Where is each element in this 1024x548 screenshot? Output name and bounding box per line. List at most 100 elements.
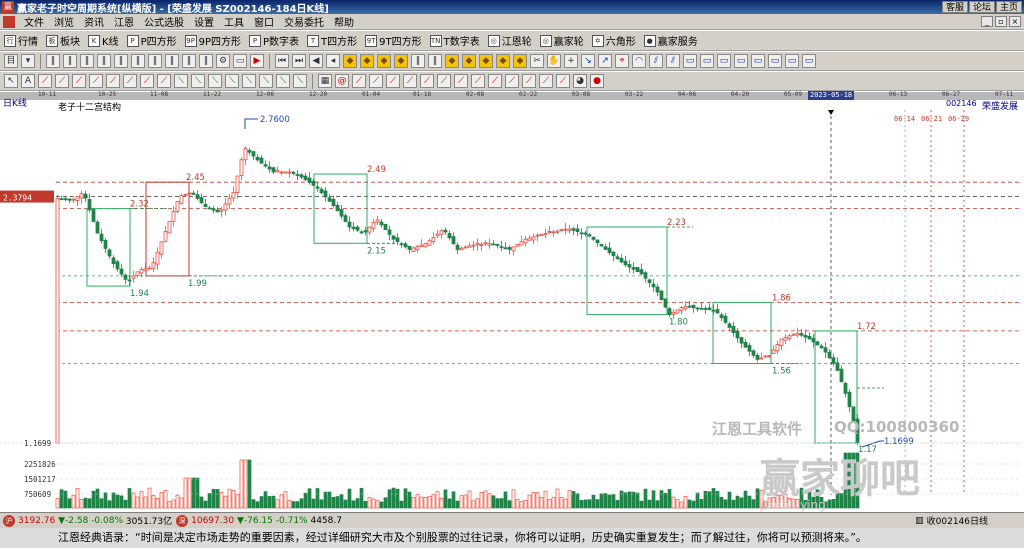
p-number-table-button[interactable]: P P数字表 bbox=[245, 32, 303, 49]
bar-style-icon[interactable]: ‖ bbox=[428, 54, 442, 68]
cursor-icon[interactable]: ↖ bbox=[4, 74, 18, 88]
fan-line-icon[interactable]: ⟋ bbox=[420, 74, 434, 88]
cycle-line-icon[interactable]: ⟍ bbox=[242, 74, 256, 88]
chart-area[interactable]: 2.3794 06-14 06-21 06-29 2.7600 2.45 2.32 2.49 2… bbox=[0, 99, 1024, 512]
bar-style-icon[interactable]: ‖ bbox=[46, 54, 60, 68]
cycle-line-icon[interactable]: ⟍ bbox=[191, 74, 205, 88]
menu-formula[interactable]: 公式选股 bbox=[139, 14, 189, 29]
p-square-button[interactable]: P P四方形 bbox=[123, 32, 181, 49]
fan-line-icon[interactable]: ⟋ bbox=[55, 74, 69, 88]
fan-line-icon[interactable]: ⟋ bbox=[488, 74, 502, 88]
fan-line-icon[interactable]: ⟋ bbox=[437, 74, 451, 88]
arc-tool-icon[interactable]: ◠ bbox=[632, 54, 646, 68]
menu-gann[interactable]: 江恩 bbox=[109, 14, 139, 29]
rect-tool-icon[interactable]: ▭ bbox=[734, 54, 748, 68]
diamond-tool-icon[interactable]: ◆ bbox=[445, 54, 459, 68]
diamond-tool-icon[interactable]: ◆ bbox=[343, 54, 357, 68]
rect-tool-icon[interactable]: ▭ bbox=[768, 54, 782, 68]
cycle-line-icon[interactable]: ⟍ bbox=[225, 74, 239, 88]
diamond-tool-icon[interactable]: ◆ bbox=[462, 54, 476, 68]
menu-trade[interactable]: 交易委托 bbox=[279, 14, 329, 29]
fan-line-icon[interactable]: ⟋ bbox=[140, 74, 154, 88]
layout-icon[interactable]: ▭ bbox=[233, 54, 247, 68]
index1-value[interactable]: 3192.76 bbox=[18, 516, 55, 526]
fan-line-icon[interactable]: ⟋ bbox=[454, 74, 468, 88]
bar-style-icon[interactable]: ‖ bbox=[131, 54, 145, 68]
settings-icon[interactable]: ⚙ bbox=[216, 54, 230, 68]
quotes-button[interactable]: 行行情 bbox=[0, 32, 42, 49]
kline-chart[interactable]: 2.3794 06-14 06-21 06-29 2.7600 2.45 2.32 2.49 2… bbox=[0, 100, 1024, 510]
rect-tool-icon[interactable]: ▭ bbox=[802, 54, 816, 68]
fan-line-icon[interactable]: ⟋ bbox=[38, 74, 52, 88]
flag-icon[interactable]: ▶ bbox=[250, 54, 264, 68]
menu-help[interactable]: 帮助 bbox=[329, 14, 359, 29]
rect-tool-icon[interactable]: ▭ bbox=[717, 54, 731, 68]
bar-style-icon[interactable]: ‖ bbox=[182, 54, 196, 68]
sectors-button[interactable]: 板板块 bbox=[42, 32, 84, 49]
cycle-line-icon[interactable]: ⟍ bbox=[276, 74, 290, 88]
fan-line-icon[interactable]: ⟋ bbox=[123, 74, 137, 88]
fan-line-icon[interactable]: ⟋ bbox=[522, 74, 536, 88]
fan-line-icon[interactable]: ⟋ bbox=[556, 74, 570, 88]
t-square-button[interactable]: T T四方形 bbox=[303, 32, 361, 49]
diamond-tool-icon[interactable]: ◆ bbox=[479, 54, 493, 68]
table-tool-icon[interactable]: ▦ bbox=[318, 74, 332, 88]
cut-icon[interactable]: ✂ bbox=[530, 54, 544, 68]
dropdown-icon[interactable]: ▾ bbox=[21, 54, 35, 68]
winner-wheel-button[interactable]: ◎ 赢家轮 bbox=[536, 32, 588, 49]
cycle-line-icon[interactable]: ⟍ bbox=[174, 74, 188, 88]
menu-settings[interactable]: 设置 bbox=[189, 14, 219, 29]
restore-button[interactable]: ▫ bbox=[995, 16, 1007, 27]
diamond-tool-icon[interactable]: ◆ bbox=[377, 54, 391, 68]
diamond-tool-icon[interactable]: ◆ bbox=[513, 54, 527, 68]
bar-style-icon[interactable]: ‖ bbox=[114, 54, 128, 68]
menu-window[interactable]: 窗口 bbox=[249, 14, 279, 29]
line-tool-icon[interactable]: ↗ bbox=[598, 54, 612, 68]
fan-line-icon[interactable]: ⟋ bbox=[403, 74, 417, 88]
calendar-icon[interactable]: ▥ bbox=[915, 516, 924, 526]
hexagon-button[interactable]: ✡ 六角形 bbox=[588, 32, 640, 49]
fan-line-icon[interactable]: ⟋ bbox=[386, 74, 400, 88]
service-link[interactable]: 客服 bbox=[941, 1, 968, 13]
fan-line-icon[interactable]: ⟋ bbox=[89, 74, 103, 88]
gann-wheel-button[interactable]: ◎ 江恩轮 bbox=[484, 32, 536, 49]
pie-chart-icon[interactable]: ◕ bbox=[573, 74, 587, 88]
fan-line-icon[interactable]: ⟋ bbox=[157, 74, 171, 88]
rect-tool-icon[interactable]: ▭ bbox=[785, 54, 799, 68]
menu-file[interactable]: 文件 bbox=[19, 14, 49, 29]
bar-style-icon[interactable]: ‖ bbox=[199, 54, 213, 68]
bar-style-icon[interactable]: ‖ bbox=[97, 54, 111, 68]
fan-line-icon[interactable]: ⟋ bbox=[471, 74, 485, 88]
winner-service-button[interactable]: ● 赢家服务 bbox=[640, 32, 702, 49]
crosshair-icon[interactable]: + bbox=[564, 54, 578, 68]
chart-mode-label[interactable]: 收002146日线 bbox=[927, 514, 988, 527]
fan-line-icon[interactable]: ⟋ bbox=[352, 74, 366, 88]
bar-style-icon[interactable]: ‖ bbox=[63, 54, 77, 68]
fan-line-icon[interactable]: ⟋ bbox=[72, 74, 86, 88]
cycle-line-icon[interactable]: ⟍ bbox=[293, 74, 307, 88]
close-button[interactable]: × bbox=[1009, 16, 1021, 27]
first-icon[interactable]: ⏮ bbox=[275, 54, 289, 68]
fan-line-icon[interactable]: ⟋ bbox=[106, 74, 120, 88]
fan-line-icon[interactable]: ⟋ bbox=[505, 74, 519, 88]
9t-square-button[interactable]: 9T 9T四方形 bbox=[361, 32, 425, 49]
menu-tools[interactable]: 工具 bbox=[219, 14, 249, 29]
diamond-tool-icon[interactable]: ◆ bbox=[496, 54, 510, 68]
bar-style-icon[interactable]: ‖ bbox=[165, 54, 179, 68]
rect-tool-icon[interactable]: ▭ bbox=[751, 54, 765, 68]
channel-tool-icon[interactable]: ⫽ bbox=[649, 54, 663, 68]
bar-style-icon[interactable]: ‖ bbox=[148, 54, 162, 68]
line-tool-icon[interactable]: ↘ bbox=[581, 54, 595, 68]
diamond-tool-icon[interactable]: ◆ bbox=[360, 54, 374, 68]
menu-browse[interactable]: 浏览 bbox=[49, 14, 79, 29]
forum-link[interactable]: 论坛 bbox=[968, 1, 995, 13]
grid-icon[interactable]: 目 bbox=[4, 54, 18, 68]
hand-icon[interactable]: ✋ bbox=[547, 54, 561, 68]
back-icon[interactable]: ◀ bbox=[309, 54, 323, 68]
kline-button[interactable]: K K线 bbox=[84, 32, 123, 49]
fan-tool-icon[interactable]: ⌖ bbox=[615, 54, 629, 68]
home-link[interactable]: 主页 bbox=[995, 1, 1022, 13]
9p-square-button[interactable]: 9P 9P四方形 bbox=[181, 32, 245, 49]
index2-value[interactable]: 10697.30 bbox=[191, 516, 234, 526]
channel-tool-icon[interactable]: ⫽ bbox=[666, 54, 680, 68]
